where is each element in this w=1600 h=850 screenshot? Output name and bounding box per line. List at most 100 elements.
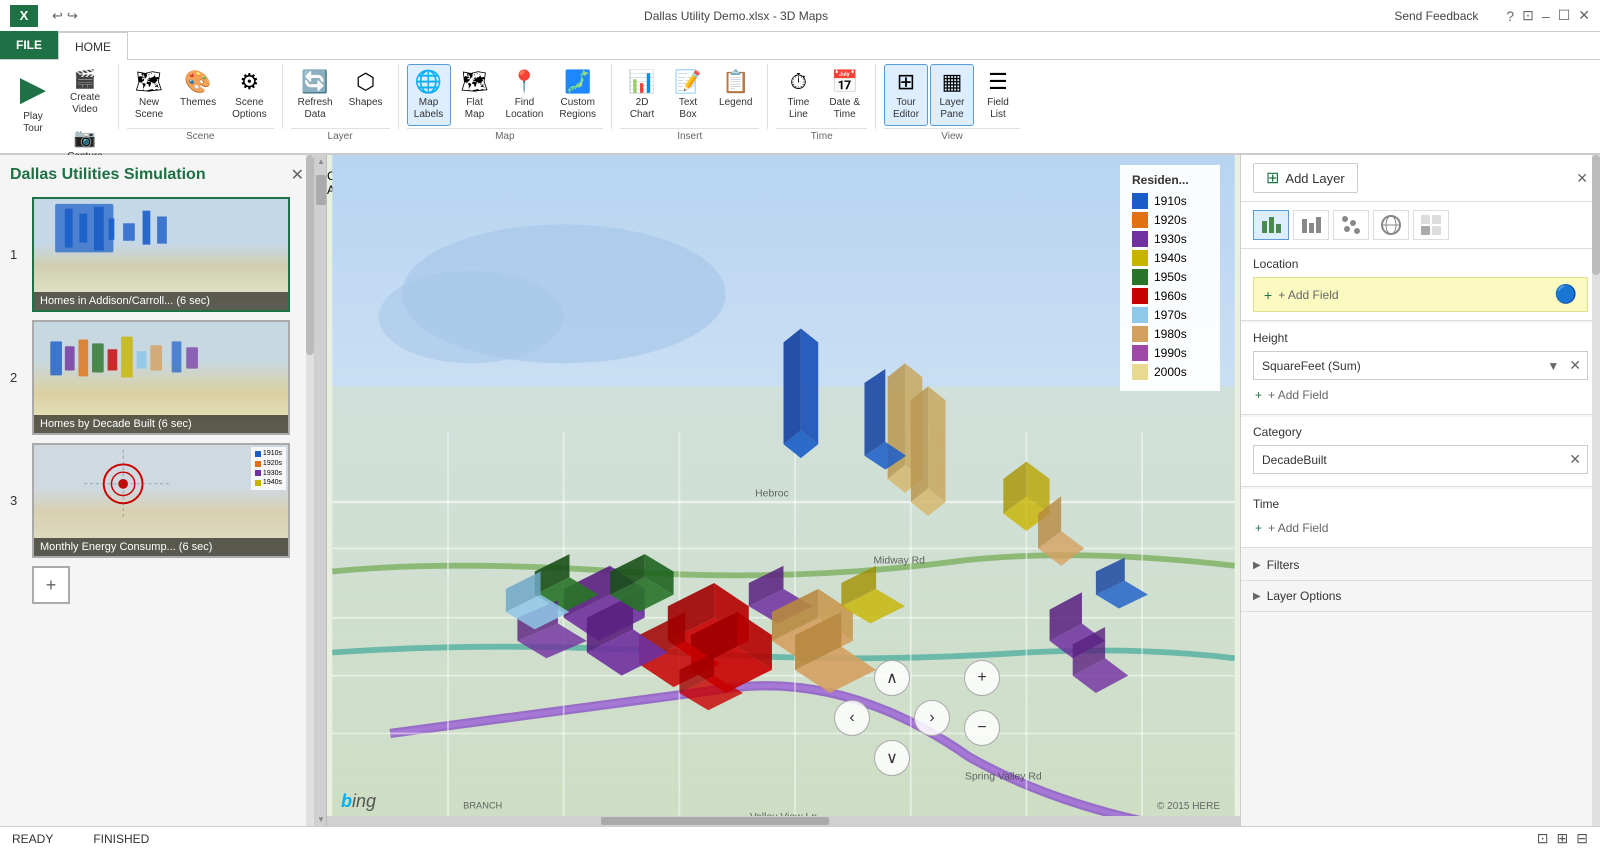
category-field-remove[interactable]: ✕ [1563, 446, 1587, 473]
layer-type-globe[interactable] [1373, 210, 1409, 240]
legend-row-1960s: 1960s [1132, 288, 1208, 304]
scroll-up-arrow[interactable]: ▲ [317, 157, 325, 166]
layer-type-scatter[interactable] [1333, 210, 1369, 240]
scene-options-button[interactable]: ⚙ SceneOptions [225, 64, 273, 126]
add-time-field[interactable]: + + Add Field [1253, 517, 1588, 539]
legend-color-1930s [1132, 231, 1148, 247]
scene-item-3[interactable]: 3 1910s 1920s 1930s 1940s [10, 443, 304, 558]
layer-type-heatmap[interactable] [1413, 210, 1449, 240]
add-scene-area: + [32, 566, 304, 604]
scene-panel-scrollbar[interactable] [306, 155, 314, 826]
map-zoom-in[interactable]: + [964, 660, 1000, 696]
right-panel-scrollbar[interactable] [1592, 155, 1600, 826]
close-button[interactable]: ✕ [1578, 7, 1590, 24]
status-bar-right: ⊡ ⊞ ⊟ [1537, 830, 1588, 847]
text-box-button[interactable]: 📝 TextBox [666, 64, 710, 126]
height-field-remove[interactable]: ✕ [1563, 352, 1587, 379]
filters-section[interactable]: ▶ Filters [1241, 550, 1600, 581]
add-scene-button[interactable]: + [32, 566, 70, 604]
height-field-value: SquareFeet (Sum) [1254, 354, 1543, 378]
date-time-icon: 📅 [831, 69, 858, 95]
map-nav-down[interactable]: ∨ [874, 740, 910, 776]
right-panel-scroll-thumb[interactable] [1592, 155, 1600, 275]
custom-regions-label: CustomRegions [559, 97, 596, 121]
map-hscroll-track[interactable] [327, 816, 1240, 826]
layer-options-section[interactable]: ▶ Layer Options [1241, 581, 1600, 612]
tab-file[interactable]: FILE [0, 31, 58, 59]
add-height-field-label: + Add Field [1268, 388, 1328, 402]
map-container: ▲ ▼ [315, 155, 1240, 826]
add-time-field-label: + Add Field [1268, 521, 1328, 535]
find-location-button[interactable]: 📍 FindLocation [499, 64, 551, 126]
scene-thumb-1[interactable]: Homes in Addison/Carroll... (6 sec) [32, 197, 290, 312]
minimize-button[interactable]: – [1542, 8, 1550, 24]
ribbon-group-layer-label: Layer [291, 128, 390, 142]
refresh-data-button[interactable]: 🔄 RefreshData [291, 64, 340, 126]
date-time-button[interactable]: 📅 Date &Time [822, 64, 867, 126]
map-hscroll-thumb[interactable] [601, 817, 829, 825]
maximize-button[interactable]: ☐ [1558, 7, 1571, 24]
map-vscroll-track[interactable]: ▲ ▼ [315, 155, 327, 826]
legend-button[interactable]: 📋 Legend [712, 64, 759, 114]
create-video-icon: 🎬 [74, 69, 96, 90]
scene-thumb-2[interactable]: Homes by Decade Built (6 sec) [32, 320, 290, 435]
create-video-button[interactable]: 🎬 CreateVideo [60, 64, 110, 121]
ribbon-group-map-label: Map [407, 128, 604, 142]
shapes-button[interactable]: ⬡ Shapes [342, 64, 390, 114]
time-line-label: TimeLine [787, 97, 809, 121]
legend-label: Legend [719, 97, 752, 109]
ribbon-group-scene: 🗺 NewScene 🎨 Themes ⚙ SceneOptions Scene [119, 64, 283, 129]
height-field-dropdown[interactable]: ▼ [1543, 354, 1563, 378]
add-location-field-box[interactable]: + + Add Field 🔵 [1253, 277, 1588, 312]
scene-panel-scroll-thumb[interactable] [306, 155, 314, 355]
undo-redo-group: ↩ ↪ [52, 8, 78, 24]
title-bar: X ↩ ↪ Dallas Utility Demo.xlsx - 3D Maps… [0, 0, 1600, 32]
scene-number-3: 3 [10, 493, 24, 508]
layer-pane-button[interactable]: ▦ LayerPane [930, 64, 974, 126]
status-ready: READY [12, 832, 53, 846]
field-list-button[interactable]: ☰ FieldList [976, 64, 1020, 126]
add-height-field[interactable]: + + Add Field [1253, 384, 1588, 406]
map-nav-left[interactable]: ‹ [834, 700, 870, 736]
bing-text: b [341, 791, 352, 811]
redo-button[interactable]: ↪ [67, 8, 78, 24]
help-button[interactable]: ? [1506, 8, 1514, 24]
map-vscroll-thumb[interactable] [316, 175, 326, 205]
flat-map-button[interactable]: 🗺 FlatMap [453, 64, 497, 126]
tour-editor-button[interactable]: ⊞ TourEditor [884, 64, 928, 126]
scene-panel-close-button[interactable]: ✕ [291, 165, 304, 185]
layer-type-bar-chart[interactable] [1253, 210, 1289, 240]
2d-chart-button[interactable]: 📊 2DChart [620, 64, 664, 126]
send-feedback-link[interactable]: Send Feedback [1394, 9, 1478, 23]
status-icon-2[interactable]: ⊞ [1557, 830, 1569, 847]
map-nav-right[interactable]: › [914, 700, 950, 736]
scene-item-1[interactable]: 1 Homes in Addison/Carroll... (6 sec) [10, 197, 304, 312]
themes-button[interactable]: 🎨 Themes [173, 64, 223, 114]
layer-pane-label: LayerPane [939, 97, 964, 121]
map-zoom-out[interactable]: − [964, 710, 1000, 746]
right-panel-close-button[interactable]: ✕ [1576, 170, 1588, 187]
add-location-plus-icon: + [1264, 287, 1272, 303]
play-tour-button[interactable]: ▶ PlayTour [8, 64, 58, 140]
scene-thumb-3[interactable]: 1910s 1920s 1930s 1940s Monthly Energy C… [32, 443, 290, 558]
new-scene-button[interactable]: 🗺 NewScene [127, 64, 171, 126]
status-icon-3[interactable]: ⊟ [1576, 830, 1588, 847]
tab-home[interactable]: HOME [58, 32, 128, 60]
tour-editor-icon: ⊞ [897, 69, 915, 95]
scroll-down-arrow[interactable]: ▼ [317, 815, 325, 824]
scene-item-2[interactable]: 2 Homes by Deca [10, 320, 304, 435]
time-line-button[interactable]: ⏱ TimeLine [776, 64, 820, 126]
scene-number-2: 2 [10, 370, 24, 385]
layer-type-column-chart[interactable] [1293, 210, 1329, 240]
text-box-icon: 📝 [674, 69, 701, 95]
map-nav-up[interactable]: ∧ [874, 660, 910, 696]
right-panel-header: ⊞ Add Layer ✕ [1241, 155, 1600, 202]
undo-button[interactable]: ↩ [52, 8, 63, 24]
restore-button[interactable]: ⊡ [1522, 7, 1534, 24]
map-labels-button[interactable]: 🌐 MapLabels [407, 64, 451, 126]
custom-regions-button[interactable]: 🗾 CustomRegions [552, 64, 603, 126]
scatter-icon [1339, 213, 1363, 237]
layer-type-icons [1241, 202, 1600, 249]
add-layer-button[interactable]: ⊞ Add Layer [1253, 163, 1358, 193]
status-icon-1[interactable]: ⊡ [1537, 830, 1549, 847]
